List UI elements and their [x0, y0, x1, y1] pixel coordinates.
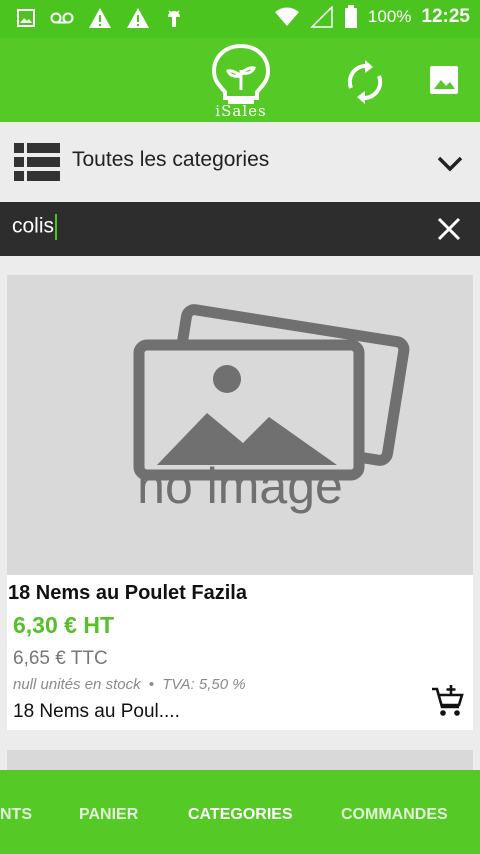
list-icon	[14, 143, 60, 181]
clock: 12:25	[421, 6, 470, 27]
close-icon[interactable]	[436, 216, 462, 242]
price-ht: 6,30 € HT	[13, 612, 114, 638]
search-value: colis	[12, 214, 55, 238]
separator: •	[148, 676, 155, 693]
tab-categories[interactable]: CATEGORIES	[188, 806, 293, 824]
app-logo: iSales	[192, 40, 290, 122]
no-image-placeholder: no image	[133, 304, 410, 514]
tab-clients[interactable]: NTS	[0, 806, 32, 824]
warning-icon	[127, 8, 149, 28]
product-image: no image	[7, 275, 473, 575]
product-card[interactable]: no image 18 Nems au Poulet Fazila 6,30 €…	[7, 275, 473, 730]
voicemail-icon	[50, 12, 74, 24]
logo-text: iSales	[215, 102, 267, 120]
stock-info: null unités en stock • TVA: 5,50 %	[13, 676, 246, 693]
stock-text: null unités en stock	[13, 676, 141, 693]
wifi-icon	[274, 7, 299, 26]
product-description: 18 Nems au Poul....	[13, 701, 180, 722]
category-label: Toutes les categories	[72, 148, 270, 171]
no-image-text: no image	[137, 458, 343, 514]
android-debug-icon	[168, 10, 180, 27]
price-ttc: 6,65 € TTC	[13, 648, 108, 669]
text-cursor	[55, 214, 58, 240]
lightbulb-icon	[211, 43, 271, 104]
sync-button[interactable]	[343, 60, 387, 104]
tab-panier[interactable]: PANIER	[79, 806, 138, 824]
gallery-button[interactable]	[424, 60, 464, 100]
tab-commandes[interactable]: COMMANDES	[341, 806, 448, 824]
gallery-icon	[17, 9, 35, 27]
gallery-icon	[430, 66, 458, 94]
status-bar: 100% 12:25	[0, 0, 480, 38]
battery-icon	[344, 5, 357, 28]
search-bar	[0, 202, 480, 256]
signal-icon	[310, 6, 333, 28]
warning-icon	[89, 8, 111, 28]
sync-icon	[347, 60, 383, 104]
product-name: 18 Nems au Poulet Fazila	[8, 582, 247, 604]
battery-percent: 100%	[367, 7, 412, 26]
chevron-down-icon[interactable]	[436, 150, 464, 178]
add-to-cart-icon[interactable]	[431, 685, 465, 719]
tva-text: TVA: 5,50 %	[162, 676, 246, 693]
search-input[interactable]: colis	[12, 214, 58, 240]
